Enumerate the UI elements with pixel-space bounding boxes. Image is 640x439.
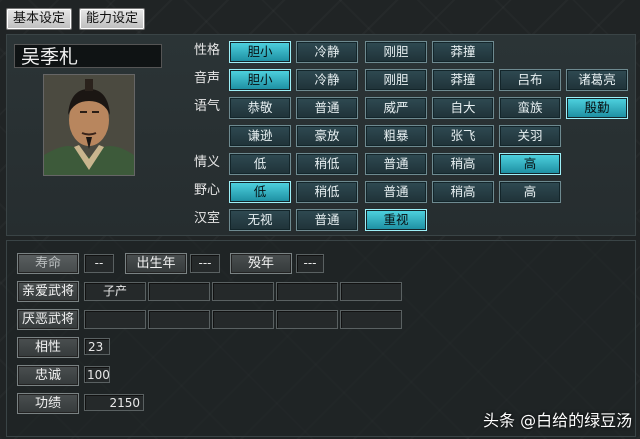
han-option-value[interactable]: 重视: [365, 209, 427, 231]
disliked-general-slot-4[interactable]: [276, 310, 338, 329]
tab-basic-settings[interactable]: 基本设定: [6, 8, 73, 30]
han-option-ignore[interactable]: 无视: [229, 209, 291, 231]
merit-label[interactable]: 功绩: [17, 393, 79, 414]
personality-option-timid[interactable]: 胆小: [229, 41, 291, 63]
tab-ability-settings[interactable]: 能力设定: [79, 8, 146, 30]
disliked-general-slot-1[interactable]: [84, 310, 146, 329]
tone-option-barbarian[interactable]: 蛮族: [499, 97, 561, 119]
liked-generals-label[interactable]: 亲爱武将: [17, 281, 79, 302]
tone-option-zhangfei[interactable]: 张飞: [432, 125, 494, 147]
liked-general-slot-5[interactable]: [340, 282, 402, 301]
character-name: 吴季札: [14, 44, 162, 68]
voice-option-lubu[interactable]: 吕布: [499, 69, 561, 91]
disliked-general-slot-3[interactable]: [212, 310, 274, 329]
righteousness-option-high[interactable]: 高: [499, 153, 561, 175]
birth-year-value: ---: [190, 254, 220, 273]
loyalty-value: 100: [84, 366, 110, 383]
disliked-general-slot-2[interactable]: [148, 310, 210, 329]
tone-label: 语气: [193, 99, 220, 114]
liked-general-slot-4[interactable]: [276, 282, 338, 301]
merit-value: 2150: [84, 394, 144, 411]
tone-option-bold[interactable]: 豪放: [296, 125, 358, 147]
compatibility-value: 23: [84, 338, 110, 355]
ambition-option-low[interactable]: 低: [229, 181, 291, 203]
watermark: 头条 @白给的绿豆汤: [483, 411, 633, 430]
tone-option-courteous[interactable]: 殷勤: [566, 97, 628, 119]
personality-option-bold[interactable]: 刚胆: [365, 41, 427, 63]
tone-option-dignified[interactable]: 威严: [365, 97, 427, 119]
tone-option-respectful[interactable]: 恭敬: [229, 97, 291, 119]
tone-option-guanyu[interactable]: 关羽: [499, 125, 561, 147]
personality-option-calm[interactable]: 冷静: [296, 41, 358, 63]
voice-label: 音声: [193, 71, 220, 86]
tone-option-humble[interactable]: 谦逊: [229, 125, 291, 147]
personality-label: 性格: [193, 43, 220, 58]
disliked-general-slot-5[interactable]: [340, 310, 402, 329]
han-dynasty-label: 汉室: [193, 211, 220, 226]
liked-general-slot-3[interactable]: [212, 282, 274, 301]
ambition-label: 野心: [193, 183, 220, 198]
loyalty-label[interactable]: 忠诚: [17, 365, 79, 386]
liked-general-slot-2[interactable]: [148, 282, 210, 301]
righteousness-label: 情义: [193, 155, 220, 170]
voice-option-timid[interactable]: 胆小: [229, 69, 291, 91]
death-year-value: ---: [296, 254, 324, 273]
liked-general-slot-1[interactable]: 子产: [84, 282, 146, 301]
tone-option-arrogant[interactable]: 自大: [432, 97, 494, 119]
righteousness-option-low[interactable]: 低: [229, 153, 291, 175]
han-option-normal[interactable]: 普通: [296, 209, 358, 231]
disliked-generals-label[interactable]: 厌恶武将: [17, 309, 79, 330]
character-portrait: [43, 74, 135, 176]
righteousness-option-slightly-low[interactable]: 稍低: [296, 153, 358, 175]
ambition-option-normal[interactable]: 普通: [365, 181, 427, 203]
voice-option-bold[interactable]: 刚胆: [365, 69, 427, 91]
voice-option-zhugeliang[interactable]: 诸葛亮: [566, 69, 628, 91]
voice-option-reckless[interactable]: 莽撞: [432, 69, 494, 91]
tone-option-rough[interactable]: 粗暴: [365, 125, 427, 147]
game-screen: 基本设定 能力设定 吴季札 性格 胆小 冷静 刚胆 莽撞 音声 胆小 冷静 刚胆…: [0, 0, 640, 439]
death-year-label: 殁年: [230, 253, 292, 274]
lifespan-value: --: [84, 254, 114, 273]
voice-option-calm[interactable]: 冷静: [296, 69, 358, 91]
personality-option-reckless[interactable]: 莽撞: [432, 41, 494, 63]
ambition-option-slightly-high[interactable]: 稍高: [432, 181, 494, 203]
righteousness-option-slightly-high[interactable]: 稍高: [432, 153, 494, 175]
lifespan-label[interactable]: 寿命: [17, 253, 79, 274]
birth-year-label: 出生年: [125, 253, 187, 274]
compatibility-label[interactable]: 相性: [17, 337, 79, 358]
righteousness-option-normal[interactable]: 普通: [365, 153, 427, 175]
ambition-option-slightly-low[interactable]: 稍低: [296, 181, 358, 203]
tone-option-normal[interactable]: 普通: [296, 97, 358, 119]
ambition-option-high[interactable]: 高: [499, 181, 561, 203]
